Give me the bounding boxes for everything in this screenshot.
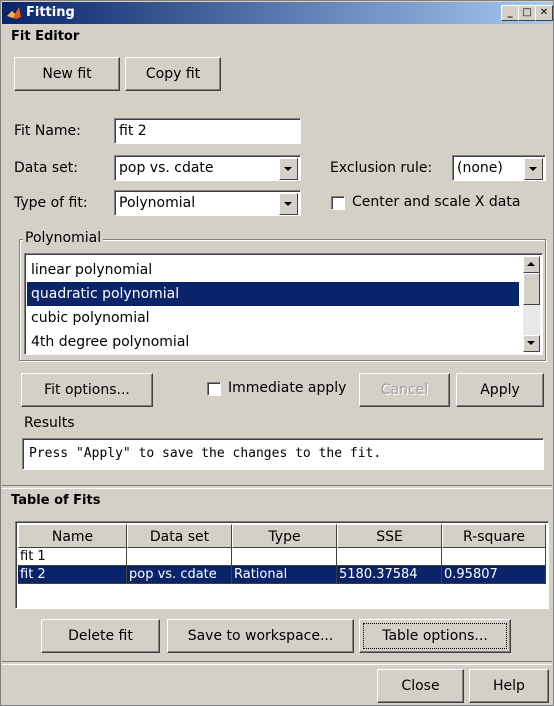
- matlab-icon: [7, 7, 21, 19]
- table-cell: fit 2: [18, 566, 127, 584]
- table-of-fits-title: Table of Fits: [11, 493, 101, 508]
- data-set-select[interactable]: pop vs. cdate: [114, 155, 301, 181]
- list-item[interactable]: quadratic polynomial: [27, 282, 519, 306]
- table-cell: [232, 548, 337, 566]
- scroll-up-icon[interactable]: [523, 256, 540, 273]
- column-header[interactable]: SSE: [337, 524, 442, 548]
- table-cell: 0.95807: [442, 566, 546, 584]
- type-of-fit-select[interactable]: Polynomial: [114, 190, 301, 216]
- fit-editor-title: Fit Editor: [11, 29, 80, 44]
- table-cell: [127, 548, 232, 566]
- list-item[interactable]: linear polynomial: [27, 258, 519, 282]
- maximize-button[interactable]: □: [518, 5, 536, 21]
- table-cell: pop vs. cdate: [127, 566, 232, 584]
- table-cell: fit 1: [18, 548, 127, 566]
- minimize-button[interactable]: _: [501, 5, 519, 21]
- column-header[interactable]: Name: [18, 524, 127, 548]
- fitting-window: Fitting _ □ ✕ Fit Editor New fit Copy fi…: [0, 0, 554, 706]
- help-button[interactable]: Help: [469, 669, 549, 703]
- window-title: Fitting: [26, 5, 75, 20]
- title-bar[interactable]: Fitting _ □ ✕: [2, 2, 553, 24]
- column-header[interactable]: Type: [232, 524, 337, 548]
- delete-fit-button[interactable]: Delete fit: [41, 619, 160, 653]
- fit-options-button[interactable]: Fit options...: [21, 373, 153, 407]
- table-options-button[interactable]: Table options...: [359, 619, 511, 653]
- immediate-apply-checkbox[interactable]: [207, 382, 221, 396]
- center-scale-label: Center and scale X data: [352, 194, 521, 210]
- chevron-down-icon[interactable]: [279, 193, 298, 215]
- section-divider: [2, 485, 552, 489]
- data-set-label: Data set:: [14, 160, 78, 176]
- fits-table[interactable]: Name Data set Type SSE R-square fit 1 fi…: [15, 521, 549, 609]
- immediate-apply-label: Immediate apply: [228, 380, 347, 396]
- chevron-down-icon[interactable]: [524, 158, 543, 180]
- new-fit-button[interactable]: New fit: [14, 57, 120, 91]
- save-to-workspace-button[interactable]: Save to workspace...: [167, 619, 354, 653]
- exclusion-rule-value: (none): [457, 160, 503, 176]
- column-header[interactable]: R-square: [442, 524, 546, 548]
- scrollbar[interactable]: [523, 256, 540, 352]
- fit-name-input[interactable]: fit 2: [114, 118, 301, 144]
- table-cell: [337, 548, 442, 566]
- exclusion-rule-select[interactable]: (none): [452, 155, 546, 181]
- scroll-down-icon[interactable]: [523, 335, 540, 352]
- cancel-label: Cancel: [380, 382, 429, 398]
- footer-divider: [2, 661, 552, 665]
- exclusion-rule-label: Exclusion rule:: [330, 160, 433, 176]
- results-label: Results: [24, 415, 75, 431]
- table-cell: [442, 548, 546, 566]
- polynomial-group-title: Polynomial: [23, 230, 104, 246]
- table-cell: 5180.37584: [337, 566, 442, 584]
- list-item[interactable]: 4th degree polynomial: [27, 330, 519, 354]
- copy-fit-button[interactable]: Copy fit: [125, 57, 221, 91]
- chevron-down-icon[interactable]: [279, 158, 298, 180]
- list-item[interactable]: cubic polynomial: [27, 306, 519, 330]
- results-text: Press "Apply" to save the changes to the…: [22, 438, 544, 470]
- type-of-fit-value: Polynomial: [119, 195, 196, 211]
- fit-name-label: Fit Name:: [14, 123, 81, 139]
- apply-button[interactable]: Apply: [456, 373, 544, 407]
- polynomial-list[interactable]: linear polynomial quadratic polynomial c…: [24, 253, 543, 355]
- data-set-value: pop vs. cdate: [119, 160, 214, 176]
- type-of-fit-label: Type of fit:: [14, 195, 88, 211]
- column-header[interactable]: Data set: [127, 524, 232, 548]
- close-button[interactable]: Close: [377, 669, 464, 703]
- table-cell: Rational: [232, 566, 337, 584]
- center-scale-checkbox[interactable]: [331, 196, 345, 210]
- close-window-button[interactable]: ✕: [535, 5, 553, 21]
- scroll-thumb[interactable]: [523, 273, 540, 305]
- cancel-button[interactable]: Cancel: [359, 373, 450, 407]
